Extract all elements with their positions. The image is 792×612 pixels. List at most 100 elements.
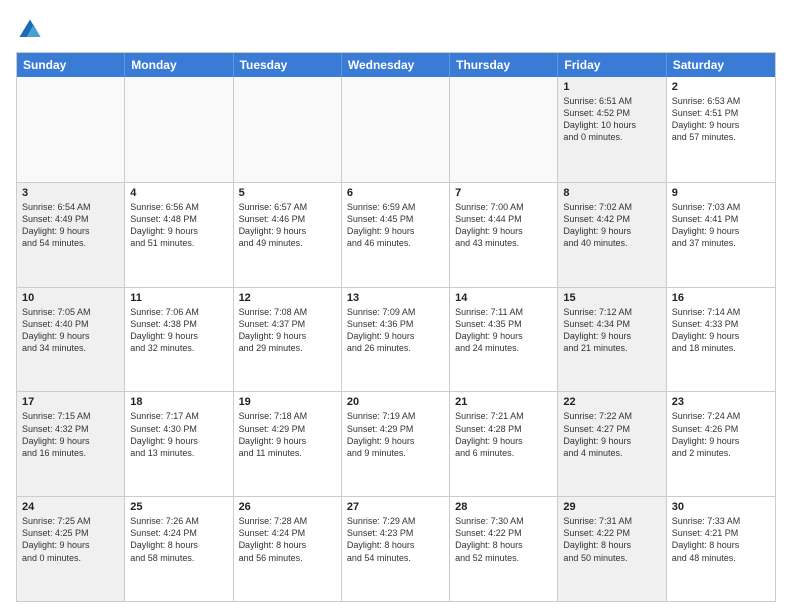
day-number: 9 <box>672 187 770 199</box>
header-day-wednesday: Wednesday <box>342 53 450 77</box>
empty-cell-0-3 <box>342 77 450 182</box>
day-detail: Sunrise: 7:22 AM Sunset: 4:27 PM Dayligh… <box>563 410 660 459</box>
day-cell-18: 18 Sunrise: 7:17 AM Sunset: 4:30 PM Dayli… <box>125 392 233 496</box>
page: SundayMondayTuesdayWednesdayThursdayFrid… <box>0 0 792 612</box>
day-number: 19 <box>239 396 336 408</box>
calendar: SundayMondayTuesdayWednesdayThursdayFrid… <box>16 52 776 602</box>
day-detail: Sunrise: 7:09 AM Sunset: 4:36 PM Dayligh… <box>347 306 444 355</box>
day-number: 20 <box>347 396 444 408</box>
day-detail: Sunrise: 7:11 AM Sunset: 4:35 PM Dayligh… <box>455 306 552 355</box>
day-number: 23 <box>672 396 770 408</box>
day-cell-28: 28Sunrise: 7:30 AM Sunset: 4:22 PM Dayli… <box>450 497 558 601</box>
day-detail: Sunrise: 7:14 AM Sunset: 4:33 PM Dayligh… <box>672 306 770 355</box>
day-detail: Sunrise: 7:25 AM Sunset: 4:25 PM Dayligh… <box>22 515 119 564</box>
day-number: 26 <box>239 501 336 513</box>
day-cell-5: 5 Sunrise: 6:57 AM Sunset: 4:46 PM Daylig… <box>234 183 342 287</box>
day-cell-27: 27 Sunrise: 7:29 AM Sunset: 4:23 PM Dayli… <box>342 497 450 601</box>
day-cell-4: 4 Sunrise: 6:56 AM Sunset: 4:48 PM Daylig… <box>125 183 233 287</box>
day-detail: Sunrise: 6:59 AM Sunset: 4:45 PM Dayligh… <box>347 201 444 250</box>
day-cell-2: 2 Sunrise: 6:53 AM Sunset: 4:51 PM Daylig… <box>667 77 775 182</box>
header-day-sunday: Sunday <box>17 53 125 77</box>
day-cell-6: 6 Sunrise: 6:59 AM Sunset: 4:45 PM Daylig… <box>342 183 450 287</box>
day-cell-26: 26 Sunrise: 7:28 AM Sunset: 4:24 PM Dayli… <box>234 497 342 601</box>
day-number: 22 <box>563 396 660 408</box>
header-day-tuesday: Tuesday <box>234 53 342 77</box>
day-detail: Sunrise: 6:53 AM Sunset: 4:51 PM Dayligh… <box>672 95 770 144</box>
day-number: 29 <box>563 501 660 513</box>
empty-cell-0-2 <box>234 77 342 182</box>
day-cell-24: 24 Sunrise: 7:25 AM Sunset: 4:25 PM Dayli… <box>17 497 125 601</box>
day-detail: Sunrise: 7:28 AM Sunset: 4:24 PM Dayligh… <box>239 515 336 564</box>
day-cell-14: 14 Sunrise: 7:11 AM Sunset: 4:35 PM Dayli… <box>450 288 558 392</box>
day-number: 21 <box>455 396 552 408</box>
day-cell-1: 1Sunrise: 6:51 AM Sunset: 4:52 PM Daylig… <box>558 77 666 182</box>
header-day-monday: Monday <box>125 53 233 77</box>
day-detail: Sunrise: 7:18 AM Sunset: 4:29 PM Dayligh… <box>239 410 336 459</box>
day-detail: Sunrise: 7:31 AM Sunset: 4:22 PM Dayligh… <box>563 515 660 564</box>
day-number: 3 <box>22 187 119 199</box>
day-cell-10: 10 Sunrise: 7:05 AM Sunset: 4:40 PM Dayli… <box>17 288 125 392</box>
day-detail: Sunrise: 6:51 AM Sunset: 4:52 PM Dayligh… <box>563 95 660 144</box>
day-detail: Sunrise: 7:02 AM Sunset: 4:42 PM Dayligh… <box>563 201 660 250</box>
day-detail: Sunrise: 7:15 AM Sunset: 4:32 PM Dayligh… <box>22 410 119 459</box>
calendar-row-1: 3 Sunrise: 6:54 AM Sunset: 4:49 PM Daylig… <box>17 182 775 287</box>
day-number: 12 <box>239 292 336 304</box>
empty-cell-0-4 <box>450 77 558 182</box>
header-day-saturday: Saturday <box>667 53 775 77</box>
calendar-row-2: 10 Sunrise: 7:05 AM Sunset: 4:40 PM Dayli… <box>17 287 775 392</box>
day-number: 16 <box>672 292 770 304</box>
day-number: 6 <box>347 187 444 199</box>
day-detail: Sunrise: 6:54 AM Sunset: 4:49 PM Dayligh… <box>22 201 119 250</box>
day-cell-22: 22 Sunrise: 7:22 AM Sunset: 4:27 PM Dayli… <box>558 392 666 496</box>
day-detail: Sunrise: 7:05 AM Sunset: 4:40 PM Dayligh… <box>22 306 119 355</box>
day-number: 8 <box>563 187 660 199</box>
day-number: 24 <box>22 501 119 513</box>
day-cell-3: 3 Sunrise: 6:54 AM Sunset: 4:49 PM Daylig… <box>17 183 125 287</box>
day-number: 5 <box>239 187 336 199</box>
day-detail: Sunrise: 6:56 AM Sunset: 4:48 PM Dayligh… <box>130 201 227 250</box>
day-number: 10 <box>22 292 119 304</box>
day-cell-8: 8 Sunrise: 7:02 AM Sunset: 4:42 PM Daylig… <box>558 183 666 287</box>
day-number: 17 <box>22 396 119 408</box>
day-detail: Sunrise: 7:00 AM Sunset: 4:44 PM Dayligh… <box>455 201 552 250</box>
day-cell-7: 7 Sunrise: 7:00 AM Sunset: 4:44 PM Daylig… <box>450 183 558 287</box>
day-detail: Sunrise: 7:06 AM Sunset: 4:38 PM Dayligh… <box>130 306 227 355</box>
day-cell-23: 23Sunrise: 7:24 AM Sunset: 4:26 PM Dayli… <box>667 392 775 496</box>
day-number: 7 <box>455 187 552 199</box>
day-number: 15 <box>563 292 660 304</box>
empty-cell-0-1 <box>125 77 233 182</box>
day-cell-16: 16 Sunrise: 7:14 AM Sunset: 4:33 PM Dayli… <box>667 288 775 392</box>
day-detail: Sunrise: 7:29 AM Sunset: 4:23 PM Dayligh… <box>347 515 444 564</box>
day-number: 14 <box>455 292 552 304</box>
calendar-body: 1Sunrise: 6:51 AM Sunset: 4:52 PM Daylig… <box>17 77 775 601</box>
day-cell-15: 15Sunrise: 7:12 AM Sunset: 4:34 PM Dayli… <box>558 288 666 392</box>
day-cell-17: 17 Sunrise: 7:15 AM Sunset: 4:32 PM Dayli… <box>17 392 125 496</box>
day-detail: Sunrise: 7:17 AM Sunset: 4:30 PM Dayligh… <box>130 410 227 459</box>
day-detail: Sunrise: 6:57 AM Sunset: 4:46 PM Dayligh… <box>239 201 336 250</box>
logo-icon <box>16 16 44 44</box>
day-number: 30 <box>672 501 770 513</box>
day-number: 4 <box>130 187 227 199</box>
day-number: 25 <box>130 501 227 513</box>
day-number: 13 <box>347 292 444 304</box>
header <box>16 16 776 44</box>
day-number: 18 <box>130 396 227 408</box>
header-day-friday: Friday <box>558 53 666 77</box>
day-cell-29: 29 Sunrise: 7:31 AM Sunset: 4:22 PM Dayli… <box>558 497 666 601</box>
day-cell-25: 25Sunrise: 7:26 AM Sunset: 4:24 PM Dayli… <box>125 497 233 601</box>
logo <box>16 16 48 44</box>
day-detail: Sunrise: 7:08 AM Sunset: 4:37 PM Dayligh… <box>239 306 336 355</box>
day-detail: Sunrise: 7:33 AM Sunset: 4:21 PM Dayligh… <box>672 515 770 564</box>
day-number: 11 <box>130 292 227 304</box>
day-cell-20: 20 Sunrise: 7:19 AM Sunset: 4:29 PM Dayli… <box>342 392 450 496</box>
day-cell-30: 30 Sunrise: 7:33 AM Sunset: 4:21 PM Dayli… <box>667 497 775 601</box>
calendar-row-3: 17 Sunrise: 7:15 AM Sunset: 4:32 PM Dayli… <box>17 391 775 496</box>
calendar-header: SundayMondayTuesdayWednesdayThursdayFrid… <box>17 53 775 77</box>
day-detail: Sunrise: 7:19 AM Sunset: 4:29 PM Dayligh… <box>347 410 444 459</box>
empty-cell-0-0 <box>17 77 125 182</box>
day-number: 28 <box>455 501 552 513</box>
day-detail: Sunrise: 7:21 AM Sunset: 4:28 PM Dayligh… <box>455 410 552 459</box>
day-cell-13: 13 Sunrise: 7:09 AM Sunset: 4:36 PM Dayli… <box>342 288 450 392</box>
day-number: 2 <box>672 81 770 93</box>
day-number: 27 <box>347 501 444 513</box>
